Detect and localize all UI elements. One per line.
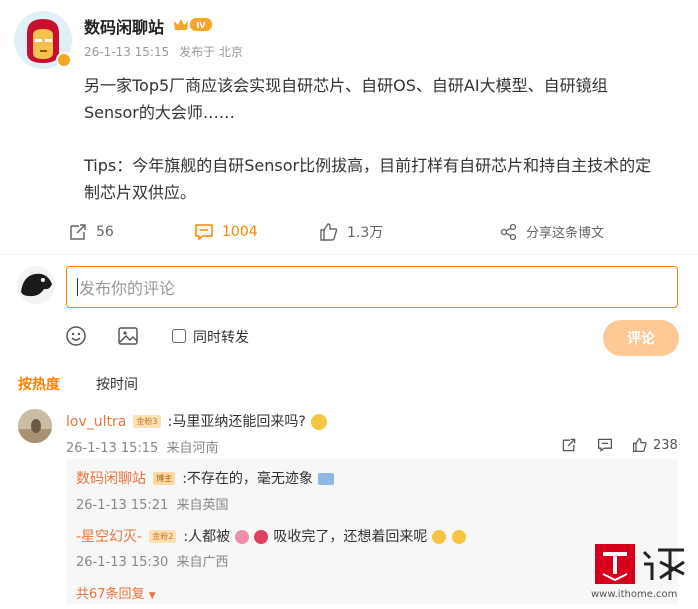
emoji-icon[interactable] [64,324,88,348]
repost-count: 56 [96,224,114,240]
like-count: 1.3万 [347,225,384,241]
reply-text: :人都被 [183,529,231,545]
post-author-name[interactable]: 数码闲聊站 [84,14,164,38]
laugh-cry-emoji-icon [432,529,447,544]
post-content: 另一家Top5厂商应该会实现自研芯片、自研OS、自研AI大模型、自研镜组 Sen… [84,72,684,206]
reply-line: 数码闲聊站 博主 :不存在的，毫无迹象 [76,468,334,488]
share-icon [500,223,517,240]
reply-location: 来自广西 [176,555,229,570]
comment-icon [195,224,213,241]
ithome-logo-mark [595,544,635,584]
user-avatar-icon [17,266,55,304]
submit-comment-button[interactable]: 评论 [603,320,679,356]
repost-button[interactable]: 56 [68,222,114,242]
reply-text: 吸收完了，还想着回来呢 [273,529,428,545]
reply-location: 来自英国 [176,498,229,513]
comment-count: 1004 [222,224,258,240]
my-avatar[interactable] [17,266,55,304]
comment-input-placeholder: 发布你的评论 [79,279,176,298]
chevron-down-icon: ▼ [148,591,156,601]
commenter-photo-icon [18,409,52,443]
fan-badge: 金粉2 [149,530,177,543]
comment-line: lov_ultra 金粉3 :马里亚纳还能回来吗? [66,411,327,431]
post-content-line: Sensor的大会师…… [84,103,235,122]
text-caret [77,278,78,296]
comment-meta: 26-1-13 15:15 来自河南 [66,437,219,456]
comment-text: :马里亚纳还能回来吗? [167,414,306,430]
post-meta: 26-1-13 15:15 发布于 北京 [84,43,243,60]
laugh-cry-emoji-icon [451,529,466,544]
replier-name[interactable]: 数码闲聊站 [76,471,146,487]
divider [0,254,698,255]
comment-repost-button[interactable] [561,437,577,453]
post-content-spacer [84,126,684,152]
comment-location: 来自河南 [166,441,219,456]
share-button[interactable]: 分享这条博文 [500,222,604,241]
commenter-avatar[interactable] [18,409,52,443]
ithome-url: www.ithome.com [591,589,678,600]
flower-emoji-icon [235,529,250,544]
ithome-calligraphy-icon [642,548,685,580]
verified-badge-icon [56,52,72,68]
repost-checkbox[interactable] [172,329,186,343]
post-location: 发布于 北京 [179,45,243,59]
thumbs-up-icon [320,223,338,241]
like-button[interactable]: 1.3万 [319,222,383,242]
comment-reply-button[interactable] [597,437,613,453]
author-badge: 博主 [153,472,176,485]
more-replies-label: 共67条回复 [76,587,145,602]
reply-meta: 26-1-13 15:30 来自广西 [76,551,229,570]
comment-icon [597,438,613,452]
post-content-line: 制芯片双供应。 [84,183,197,202]
commenter-name[interactable]: lov_ultra [66,414,126,430]
repost-checkbox-label[interactable]: 同时转发 [193,327,249,347]
image-icon[interactable] [116,324,140,348]
sort-by-hot-tab[interactable]: 按热度 [18,374,60,394]
replier-name[interactable]: -星空幻灭- [76,529,142,545]
reply-timestamp: 26-1-13 15:30 [76,555,169,570]
reply-line: -星空幻灭- 金粉2 :人都被 吸收完了，还想着回来呢 [76,526,466,546]
level-crown-icon: IV [174,18,212,31]
post-content-line: 另一家Top5厂商应该会实现自研芯片、自研OS、自研AI大模型、自研镜组 [84,76,608,95]
fan-badge: 金粉3 [133,415,161,428]
reply-timestamp: 26-1-13 15:21 [76,498,169,513]
sort-by-time-tab[interactable]: 按时间 [96,374,138,394]
comment-input[interactable]: 发布你的评论 [66,266,678,308]
repost-icon [562,438,576,452]
doge-emoji-icon [310,413,327,430]
comment-like-button[interactable]: 238 [632,437,678,453]
comment-button[interactable]: 1004 [194,222,258,242]
post-timestamp[interactable]: 26-1-13 15:15 [84,45,169,59]
broom-emoji-icon [318,472,334,485]
comment-like-count: 238 [653,437,678,453]
thumbs-up-icon [633,437,647,452]
comment-timestamp: 26-1-13 15:15 [66,441,159,456]
reply-meta: 26-1-13 15:21 来自英国 [76,494,229,513]
repost-icon [70,224,86,240]
ithome-logo-icon [595,544,635,584]
more-replies-link[interactable]: 共67条回复 ▼ [76,583,156,602]
share-label: 分享这条博文 [526,226,605,241]
post-content-line: Tips：今年旗舰的自研Sensor比例拔高，目前打样有自研芯片和持自主技术的定 [84,156,652,175]
level-badge-text: IV [196,21,206,30]
reply-text: :不存在的，毫无迹象 [182,471,313,487]
mochi-emoji-icon [254,529,269,544]
